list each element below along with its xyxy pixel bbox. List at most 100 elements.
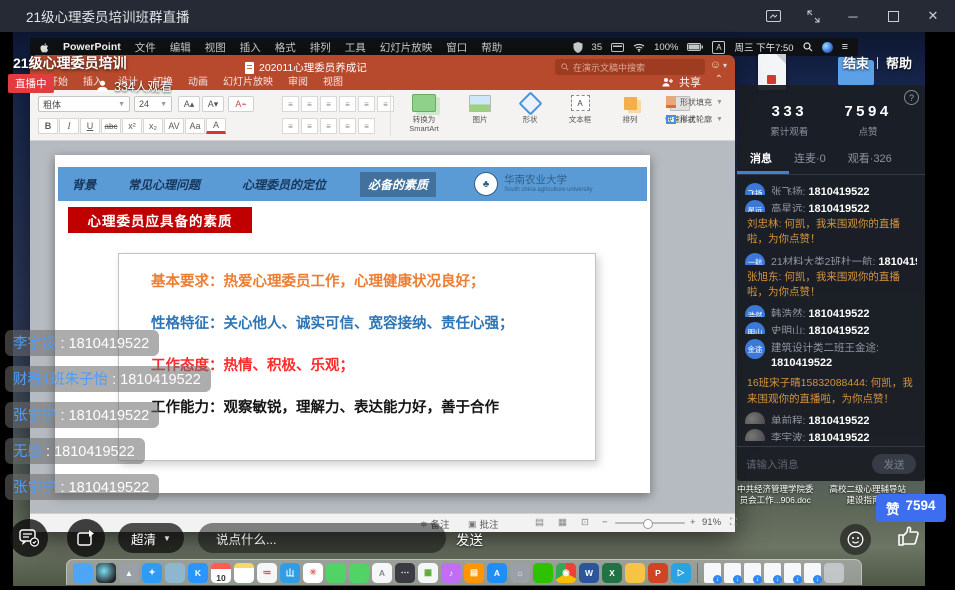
dock-icon-finder[interactable] <box>73 563 93 583</box>
emoji-button[interactable] <box>840 524 871 555</box>
popout-icon[interactable] <box>765 8 781 24</box>
paragraph-button[interactable]: ≡ <box>282 96 299 112</box>
minimize-button[interactable]: ─ <box>845 8 861 24</box>
grow-font-button[interactable]: A▴ <box>178 96 200 112</box>
shape-fill-button[interactable]: 形状填充 ▼ <box>666 96 723 108</box>
menubar-item[interactable]: 文件 <box>135 40 156 55</box>
dock-icon-textedit[interactable]: A <box>372 563 392 583</box>
maximize-button[interactable] <box>885 8 901 24</box>
dock-icon-appstore[interactable]: A <box>487 563 507 583</box>
dock-file-icon[interactable] <box>744 563 761 583</box>
share-button[interactable]: 共享 <box>662 74 701 90</box>
like-thumb-button[interactable] <box>896 523 922 549</box>
dock-icon-chrome[interactable]: ◉ <box>556 563 576 583</box>
zoom-slider-handle[interactable] <box>643 519 653 529</box>
slide-nav-常见心理问题[interactable]: 常见心理问题 <box>128 176 200 193</box>
dock-icon-preview[interactable] <box>165 563 185 583</box>
menubar-clock[interactable]: 周三 下午7:50 <box>734 40 793 54</box>
format-button-x₂[interactable]: x₂ <box>143 118 163 134</box>
close-button[interactable]: ✕ <box>925 8 941 24</box>
dock-icon-telegram[interactable]: ▷ <box>671 563 691 583</box>
dock-file-icon[interactable] <box>764 563 781 583</box>
ribbon-tab[interactable]: 幻灯片放映 <box>223 73 273 88</box>
help-icon[interactable]: ? <box>904 90 919 105</box>
dock-icon-wechat[interactable] <box>533 563 553 583</box>
format-button-i[interactable]: I <box>59 118 79 134</box>
rotate-screen-button[interactable] <box>67 519 105 557</box>
dock-file-icon[interactable] <box>784 563 801 583</box>
format-button-av[interactable]: AV <box>164 118 184 134</box>
say-something-input[interactable]: 说点什么... <box>198 523 446 553</box>
quality-selector[interactable]: 超清 ▼ <box>118 523 184 553</box>
slide-nav-心理委员的定位[interactable]: 心理委员的定位 <box>242 176 326 193</box>
ribbon-group-形状[interactable]: 形状 <box>510 92 550 125</box>
chat-tab-观看·326[interactable]: 观看·326 <box>848 150 892 166</box>
zoom-slider[interactable] <box>615 522 685 524</box>
paragraph-button[interactable]: ≡ <box>320 118 337 134</box>
zoom-out-button[interactable]: − <box>602 517 608 528</box>
menubar-item[interactable]: 工具 <box>345 40 366 55</box>
ribbon-group-文本框[interactable]: A文本框 <box>560 92 600 125</box>
dock-file-icon[interactable] <box>724 563 741 583</box>
dock-trash-icon[interactable] <box>824 563 844 583</box>
format-button-aa[interactable]: Aa <box>185 118 205 134</box>
paragraph-button[interactable]: ≡ <box>301 118 318 134</box>
shape-outline-button[interactable]: 形状轮廓 ▼ <box>666 114 723 125</box>
desktop-file-label[interactable]: 中共经济管理学院委员会工作...906.doc <box>737 484 814 505</box>
zoom-level[interactable]: 91% <box>702 517 721 528</box>
slide-sorter-icon[interactable]: ▦ <box>558 517 567 528</box>
smartart-button[interactable]: 转换为SmartArt <box>398 92 450 133</box>
paragraph-button[interactable]: ≡ <box>377 96 394 112</box>
paragraph-button[interactable]: ≡ <box>301 96 318 112</box>
dock-icon-powerpoint[interactable]: P <box>648 563 668 583</box>
format-button-x²[interactable]: x² <box>122 118 142 134</box>
paragraph-button[interactable]: ≡ <box>282 118 299 134</box>
font-size-select[interactable]: 24▼ <box>134 96 172 112</box>
menubar-item[interactable]: 编辑 <box>170 40 191 55</box>
dock-icon-numbers[interactable]: ▦ <box>418 563 438 583</box>
menubar-item[interactable]: 帮助 <box>481 40 502 55</box>
chat-send-button[interactable]: 发送 <box>872 454 916 474</box>
format-button-a[interactable]: A <box>206 118 226 134</box>
zoom-in-button[interactable]: + <box>690 517 696 528</box>
shrink-font-button[interactable]: A▾ <box>202 96 224 112</box>
chat-message-list[interactable]: 飞扬张飞扬: 1810419522星远高星远: 1810419522刘忠林: 何… <box>737 175 925 441</box>
ribbon-tab[interactable]: 视图 <box>323 73 343 88</box>
dock-icon-messages[interactable] <box>326 563 346 583</box>
dock-icon-siri[interactable] <box>96 563 116 583</box>
menubar-item[interactable]: 视图 <box>205 40 226 55</box>
notification-center-icon[interactable]: ≡ <box>842 41 848 53</box>
format-button-u[interactable]: U <box>80 118 100 134</box>
siri-icon[interactable] <box>822 42 833 53</box>
ribbon-tab[interactable]: 动画 <box>188 73 208 88</box>
paragraph-button[interactable]: ≡ <box>358 118 375 134</box>
help-button[interactable]: 帮助 <box>886 53 912 72</box>
fit-slide-icon[interactable]: ⛶ <box>730 517 737 528</box>
slideshow-icon[interactable]: ⊡ <box>581 517 589 528</box>
slide-nav-必备的素质[interactable]: 必备的素质 <box>360 172 436 197</box>
ribbon-tab[interactable]: 审阅 <box>288 73 308 88</box>
format-button-abc[interactable]: abc <box>101 118 121 134</box>
paragraph-button[interactable]: ≡ <box>339 96 356 112</box>
chat-input[interactable]: 请输入消息 <box>746 457 799 472</box>
dock-icon-keynote[interactable]: K <box>188 563 208 583</box>
send-button[interactable]: 发送 <box>456 529 483 549</box>
dock-icon-word[interactable]: W <box>579 563 599 583</box>
clear-format-button[interactable]: A⌁ <box>228 96 254 112</box>
menubar-item[interactable]: 窗口 <box>446 40 467 55</box>
dock-icon-safari[interactable]: ✦ <box>142 563 162 583</box>
menubar-app-name[interactable]: PowerPoint <box>63 41 121 53</box>
normal-view-icon[interactable]: ▤ <box>535 517 544 528</box>
spotlight-search-icon[interactable] <box>803 42 813 52</box>
dock-file-icon[interactable] <box>704 563 721 583</box>
ribbon-group-图片[interactable]: 图片 <box>460 92 500 125</box>
input-source-icon[interactable]: A <box>712 41 725 54</box>
dock-icon-books[interactable]: ▤ <box>464 563 484 583</box>
menubar-item[interactable]: 排列 <box>310 40 331 55</box>
ribbon-group-排列[interactable]: 排列 <box>610 92 650 125</box>
dock-icon-calendar[interactable]: 10 <box>211 563 231 583</box>
menubar-item[interactable]: 格式 <box>275 40 296 55</box>
dock-icon-reminders[interactable]: ≔ <box>257 563 277 583</box>
chat-tab-消息[interactable]: 消息 <box>750 150 772 166</box>
dock-icon-excel[interactable]: X <box>602 563 622 583</box>
